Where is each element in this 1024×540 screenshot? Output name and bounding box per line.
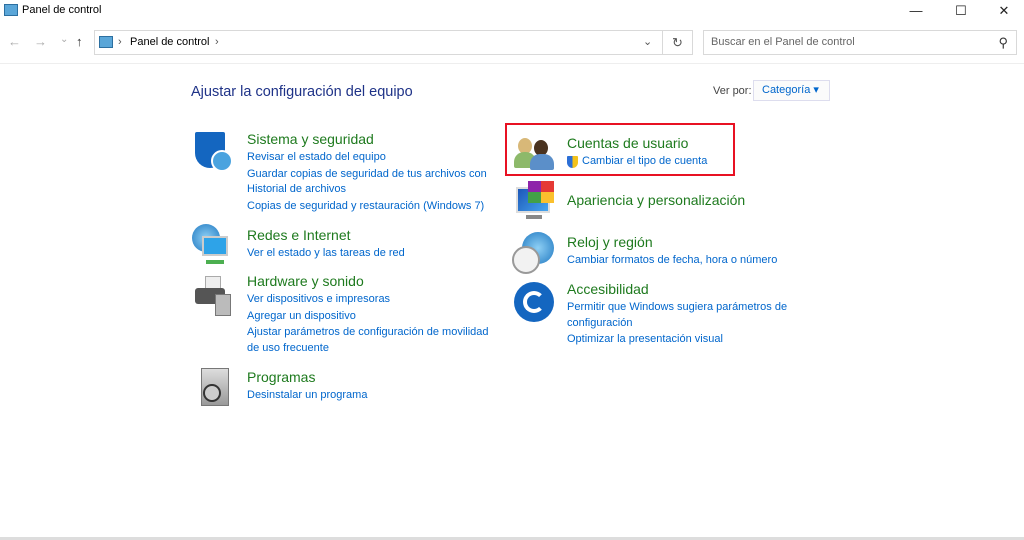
- category-reloj-region: Reloj y región Cambiar formatos de fecha…: [567, 234, 797, 270]
- category-link[interactable]: Desinstalar un programa: [247, 388, 497, 404]
- category-link[interactable]: Cambiar formatos de fecha, hora o número: [567, 253, 797, 269]
- search-placeholder: Buscar en el Panel de control: [711, 36, 855, 48]
- uac-shield-icon: [567, 156, 578, 168]
- page-title: Ajustar la configuración del equipo: [191, 84, 413, 100]
- category-link[interactable]: Ver el estado y las tareas de red: [247, 246, 497, 262]
- toolbar-divider: [0, 63, 1024, 64]
- category-link[interactable]: Guardar copias de seguridad de tus archi…: [247, 167, 497, 198]
- refresh-button[interactable]: ↻: [663, 30, 693, 55]
- category-heading[interactable]: Reloj y región: [567, 234, 797, 250]
- category-heading[interactable]: Programas: [247, 369, 497, 385]
- category-link[interactable]: Ajustar parámetros de configuración de m…: [247, 325, 497, 356]
- search-input[interactable]: Buscar en el Panel de control ⚲: [703, 30, 1017, 55]
- category-sistema-seguridad: Sistema y seguridad Revisar el estado de…: [247, 131, 497, 215]
- accessibility-icon[interactable]: [514, 282, 556, 324]
- category-accesibilidad: Accesibilidad Permitir que Windows sugie…: [567, 281, 797, 349]
- printer-icon[interactable]: [193, 276, 235, 318]
- chevron-right-icon[interactable]: ›: [215, 31, 219, 54]
- category-heading[interactable]: Apariencia y personalización: [567, 192, 787, 208]
- category-link[interactable]: Ver dispositivos e impresoras: [247, 292, 497, 308]
- user-accounts-icon[interactable]: [514, 136, 556, 178]
- category-link[interactable]: Revisar el estado del equipo: [247, 150, 497, 166]
- control-panel-app-icon: [4, 4, 18, 16]
- view-by-label: Ver por:: [713, 85, 752, 97]
- address-dropdown-button[interactable]: ⌄: [643, 31, 652, 54]
- close-button[interactable]: ✕: [981, 0, 1024, 22]
- category-heading[interactable]: Cuentas de usuario: [567, 135, 787, 151]
- minimize-button[interactable]: —: [893, 0, 939, 22]
- view-by-dropdown[interactable]: Categoría ▾: [753, 80, 830, 101]
- back-button[interactable]: ←: [8, 34, 21, 49]
- recent-locations-button[interactable]: ⌄: [60, 34, 68, 45]
- breadcrumb-panel-de-control[interactable]: Panel de control: [130, 31, 210, 54]
- category-link[interactable]: Permitir que Windows sugiera parámetros …: [567, 300, 797, 331]
- category-heading[interactable]: Hardware y sonido: [247, 273, 497, 289]
- search-icon[interactable]: ⚲: [998, 31, 1008, 54]
- clock-region-icon[interactable]: [512, 232, 554, 274]
- category-hardware-sonido: Hardware y sonido Ver dispositivos e imp…: [247, 273, 497, 357]
- window-title: Panel de control: [22, 4, 102, 16]
- category-link[interactable]: Optimizar la presentación visual: [567, 332, 797, 348]
- category-heading[interactable]: Redes e Internet: [247, 227, 497, 243]
- programs-icon[interactable]: [197, 368, 239, 410]
- network-icon[interactable]: [192, 224, 234, 266]
- category-cuentas-usuario: Cuentas de usuario Cambiar el tipo de cu…: [567, 135, 787, 171]
- shield-icon[interactable]: [193, 132, 235, 174]
- chevron-right-icon: ›: [118, 36, 122, 48]
- category-programas: Programas Desinstalar un programa: [247, 369, 497, 405]
- appearance-icon[interactable]: [514, 181, 556, 223]
- category-heading[interactable]: Accesibilidad: [567, 281, 797, 297]
- link-text: Cambiar el tipo de cuenta: [582, 155, 708, 167]
- forward-button[interactable]: →: [34, 34, 47, 49]
- maximize-button[interactable]: ☐: [938, 0, 984, 22]
- category-link[interactable]: Copias de seguridad y restauración (Wind…: [247, 199, 497, 215]
- category-redes-internet: Redes e Internet Ver el estado y las tar…: [247, 227, 497, 263]
- category-apariencia: Apariencia y personalización: [567, 192, 787, 211]
- category-link[interactable]: Agregar un dispositivo: [247, 309, 497, 325]
- control-panel-icon: [99, 36, 113, 48]
- category-link[interactable]: Cambiar el tipo de cuenta: [567, 154, 787, 170]
- address-bar[interactable]: › Panel de control › ⌄: [94, 30, 663, 55]
- up-button[interactable]: ↑: [76, 34, 83, 49]
- category-heading[interactable]: Sistema y seguridad: [247, 131, 497, 147]
